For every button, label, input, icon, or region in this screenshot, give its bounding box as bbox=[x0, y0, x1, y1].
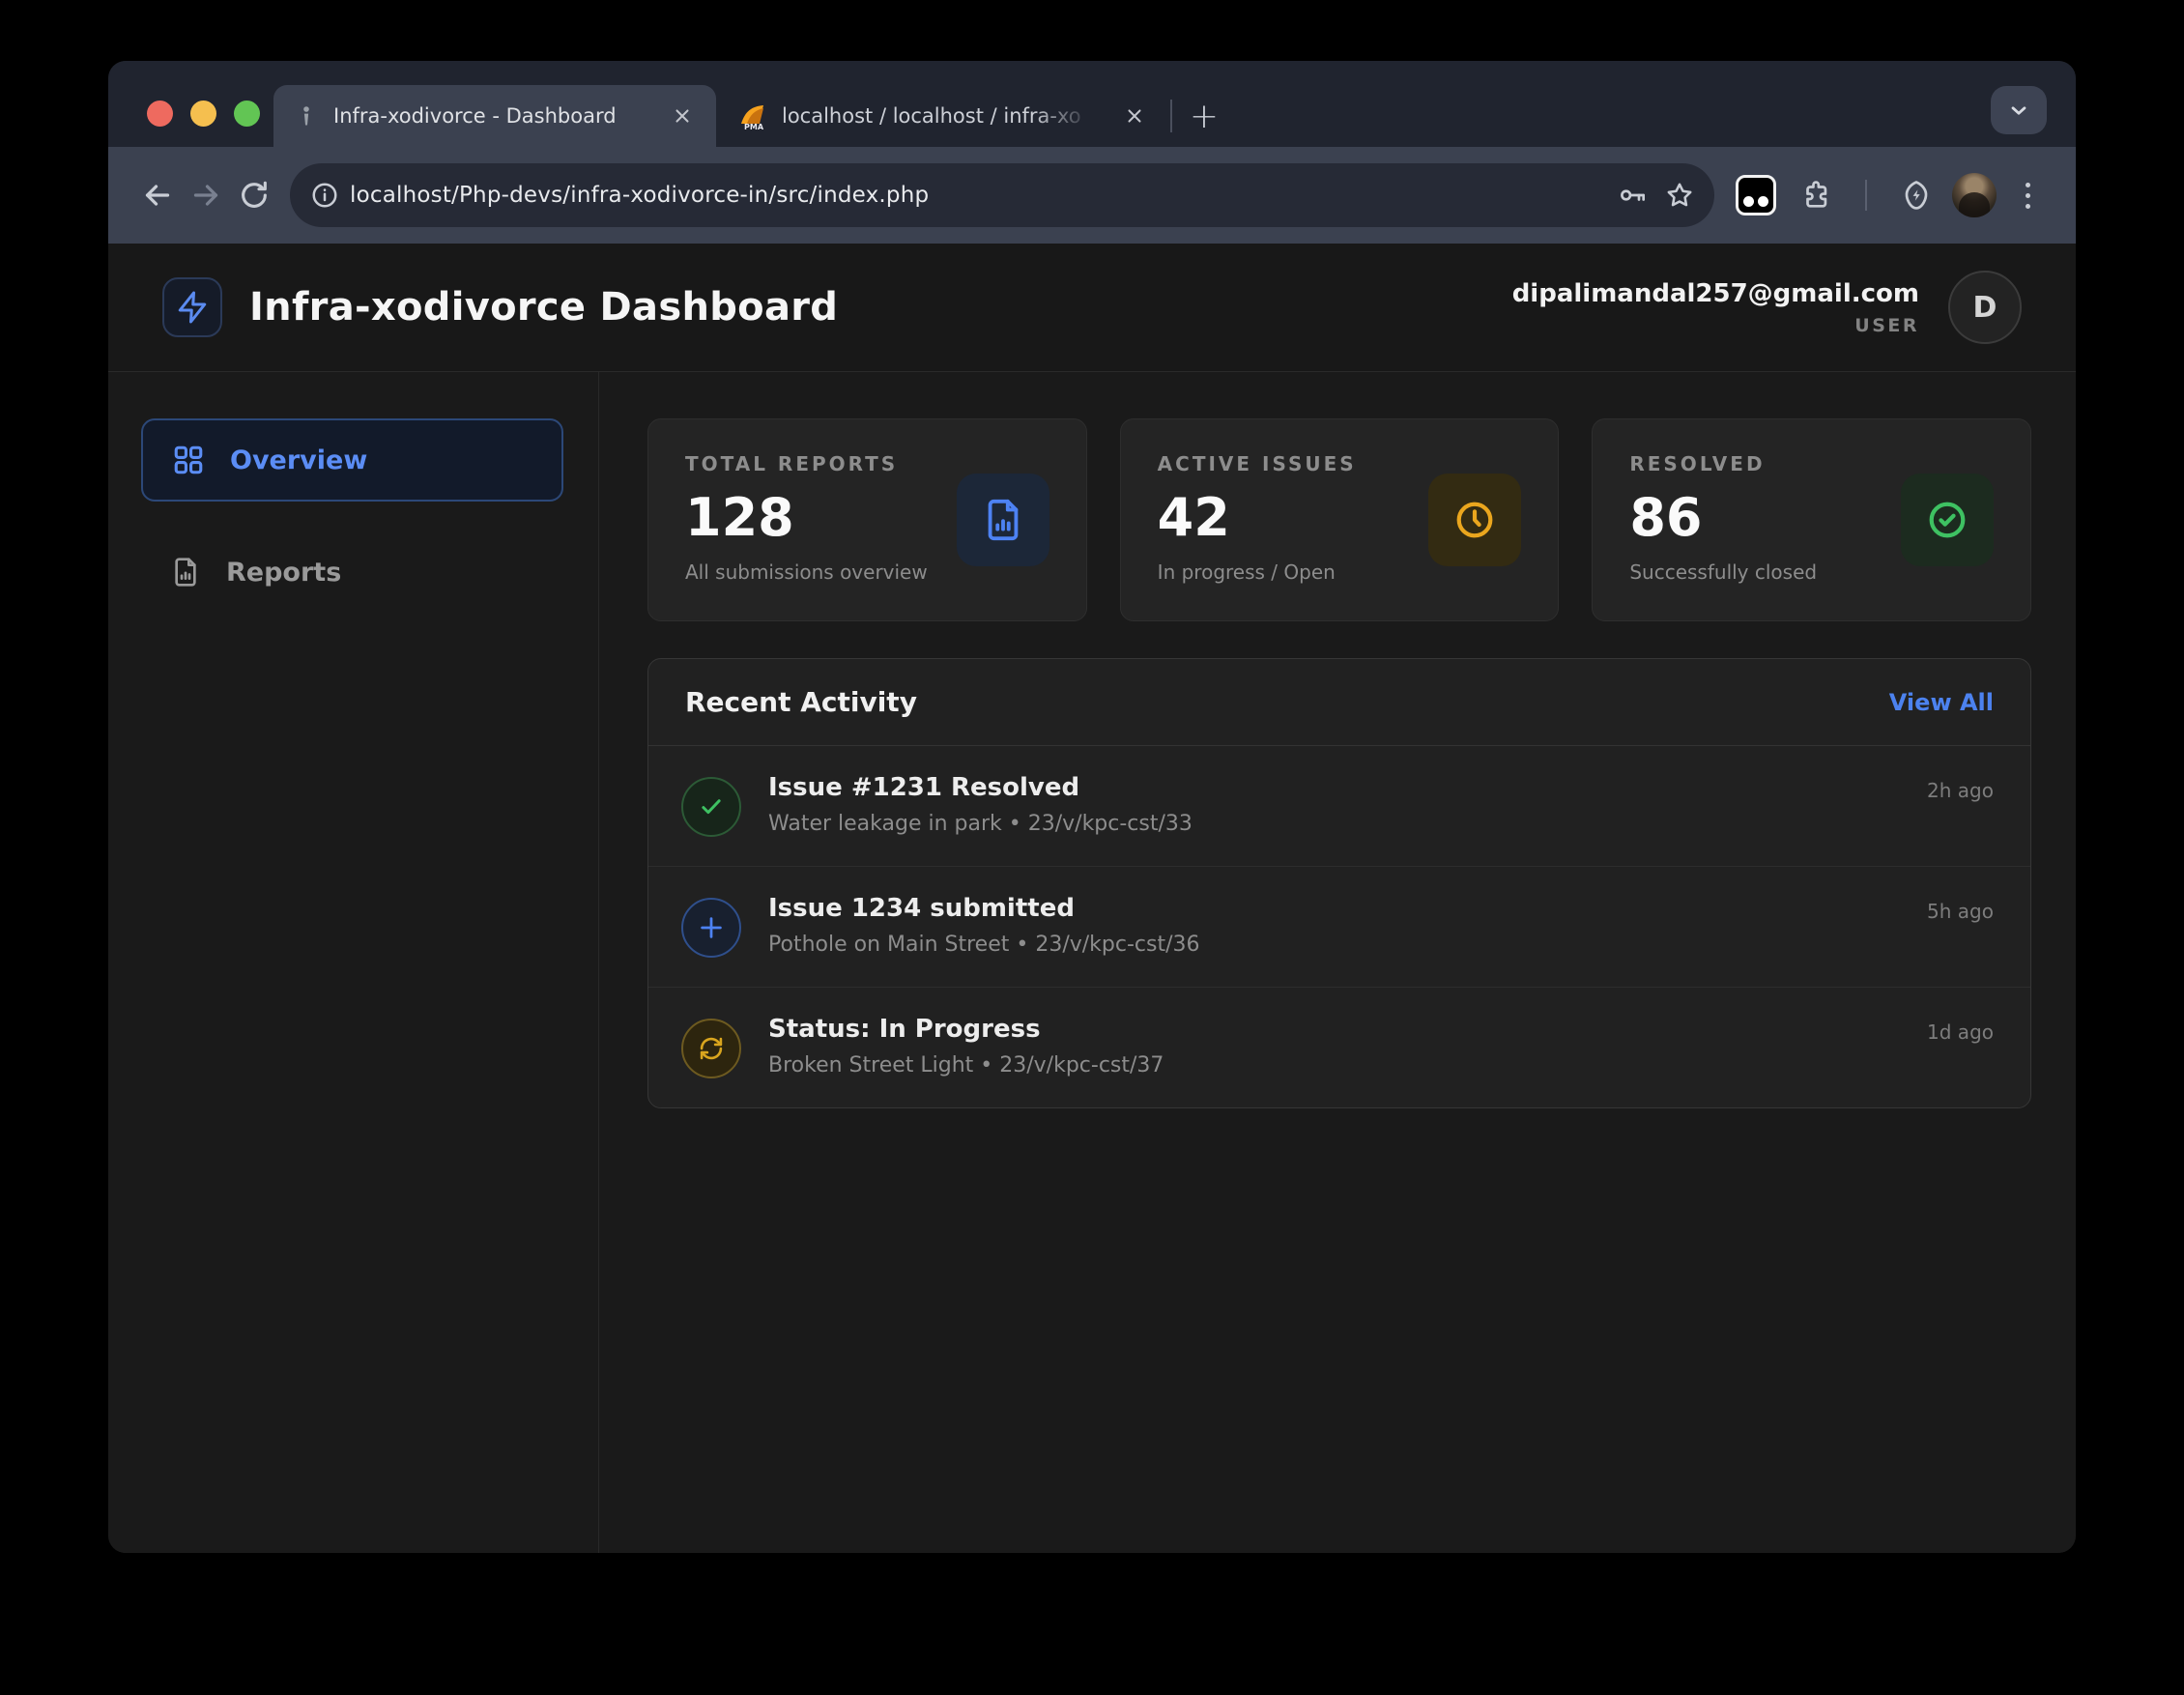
tab-dashboard[interactable]: Infra-xodivorce - Dashboard bbox=[273, 85, 716, 147]
activity-time: 2h ago bbox=[1927, 779, 1994, 802]
tabs: Infra-xodivorce - Dashboard PMA localhos… bbox=[273, 85, 1230, 147]
activity-row: Issue 1234 submitted Pothole on Main Str… bbox=[648, 867, 2030, 988]
svg-text:PMA: PMA bbox=[744, 123, 764, 130]
grid-icon bbox=[172, 444, 205, 476]
page-body: Overview Reports TOTAL REPORTS 128 Al bbox=[108, 372, 2076, 1553]
activity-texts: Issue #1231 Resolved Water leakage in pa… bbox=[768, 773, 1193, 836]
close-tab-icon[interactable] bbox=[1118, 100, 1151, 132]
tab-separator bbox=[1170, 100, 1172, 132]
phpmyadmin-icon: PMA bbox=[737, 101, 766, 130]
forward-button[interactable] bbox=[182, 171, 230, 219]
activity-subtitle: Water leakage in park • 23/v/kpc-cst/33 bbox=[768, 812, 1193, 836]
activity-time: 1d ago bbox=[1927, 1020, 1994, 1044]
close-tab-icon[interactable] bbox=[666, 100, 699, 132]
stat-label: RESOLVED bbox=[1629, 452, 1817, 475]
panel-title: Recent Activity bbox=[685, 686, 917, 718]
recent-activity-panel: Recent Activity View All Issue #1231 Res… bbox=[647, 658, 2031, 1108]
plus-icon bbox=[681, 898, 741, 958]
page-title: Infra-xodivorce Dashboard bbox=[249, 285, 838, 330]
sidebar: Overview Reports bbox=[108, 372, 599, 1553]
browser-menu-icon[interactable] bbox=[2008, 173, 2047, 217]
stat-value: 128 bbox=[685, 487, 928, 548]
traffic-lights bbox=[147, 101, 260, 127]
activity-subtitle: Pothole on Main Street • 23/v/kpc-cst/36 bbox=[768, 933, 1200, 957]
stat-texts: ACTIVE ISSUES 42 In progress / Open bbox=[1158, 452, 1357, 588]
sidebar-item-overview[interactable]: Overview bbox=[141, 418, 563, 502]
activity-row: Issue #1231 Resolved Water leakage in pa… bbox=[648, 746, 2030, 867]
stat-card-resolved: RESOLVED 86 Successfully closed bbox=[1592, 418, 2031, 621]
activity-texts: Issue 1234 submitted Pothole on Main Str… bbox=[768, 894, 1200, 957]
stat-value: 86 bbox=[1629, 487, 1817, 548]
close-window-button[interactable] bbox=[147, 101, 173, 127]
zoom-window-button[interactable] bbox=[234, 101, 260, 127]
file-chart-icon bbox=[170, 557, 201, 588]
stat-card-total-reports: TOTAL REPORTS 128 All submissions overvi… bbox=[647, 418, 1087, 621]
activity-title: Issue 1234 submitted bbox=[768, 894, 1200, 923]
check-icon bbox=[681, 777, 741, 837]
tab-title: localhost / localhost / infra-xo bbox=[782, 104, 1103, 128]
stat-texts: TOTAL REPORTS 128 All submissions overvi… bbox=[685, 452, 928, 588]
stat-label: TOTAL REPORTS bbox=[685, 452, 928, 475]
back-button[interactable] bbox=[133, 171, 182, 219]
user-avatar[interactable]: D bbox=[1948, 271, 2022, 344]
toolbar-separator bbox=[1865, 180, 1867, 211]
new-tab-button[interactable]: + bbox=[1178, 90, 1230, 142]
minimize-window-button[interactable] bbox=[190, 101, 216, 127]
file-chart-icon bbox=[957, 474, 1049, 566]
toolbar-right-icons bbox=[1792, 171, 2047, 219]
activity-row: Status: In Progress Broken Street Light … bbox=[648, 988, 2030, 1107]
tab-title: Infra-xodivorce - Dashboard bbox=[333, 104, 650, 128]
stat-value: 42 bbox=[1158, 487, 1357, 548]
stat-texts: RESOLVED 86 Successfully closed bbox=[1629, 452, 1817, 588]
check-circle-icon bbox=[1901, 474, 1994, 566]
stat-subtitle: In progress / Open bbox=[1158, 560, 1357, 584]
stat-cards: TOTAL REPORTS 128 All submissions overvi… bbox=[647, 418, 2031, 621]
main-content: TOTAL REPORTS 128 All submissions overvi… bbox=[599, 372, 2076, 1553]
web-page: Infra-xodivorce Dashboard dipalimandal25… bbox=[108, 244, 2076, 1553]
user-info: dipalimandal257@gmail.com USER bbox=[1512, 279, 1919, 336]
stat-card-active-issues: ACTIVE ISSUES 42 In progress / Open bbox=[1120, 418, 1560, 621]
bookmark-star-icon[interactable] bbox=[1656, 172, 1703, 218]
stat-subtitle: All submissions overview bbox=[685, 560, 928, 584]
browser-profile-avatar[interactable] bbox=[1952, 173, 1997, 217]
info-i-icon bbox=[295, 104, 318, 128]
password-key-icon[interactable] bbox=[1610, 172, 1656, 218]
extension-dark-icon[interactable] bbox=[1736, 175, 1776, 215]
address-bar[interactable]: localhost/Php-devs/infra-xodivorce-in/sr… bbox=[290, 163, 1714, 227]
activity-subtitle: Broken Street Light • 23/v/kpc-cst/37 bbox=[768, 1053, 1164, 1077]
sidebar-item-reports[interactable]: Reports bbox=[141, 531, 563, 614]
url-text[interactable]: localhost/Php-devs/infra-xodivorce-in/sr… bbox=[350, 183, 1610, 208]
browser-window: Infra-xodivorce - Dashboard PMA localhos… bbox=[108, 61, 2076, 1553]
activity-title: Issue #1231 Resolved bbox=[768, 773, 1193, 802]
extension-dot bbox=[1743, 196, 1754, 207]
refresh-icon bbox=[681, 1019, 741, 1078]
extensions-puzzle-icon[interactable] bbox=[1792, 171, 1840, 219]
app-logo-lightning-icon bbox=[162, 277, 222, 337]
activity-time: 5h ago bbox=[1927, 900, 1994, 923]
reload-button[interactable] bbox=[230, 171, 278, 219]
sidebar-item-label: Overview bbox=[230, 445, 367, 475]
site-header: Infra-xodivorce Dashboard dipalimandal25… bbox=[108, 244, 2076, 372]
tab-strip: Infra-xodivorce - Dashboard PMA localhos… bbox=[108, 61, 2076, 147]
activity-title: Status: In Progress bbox=[768, 1015, 1164, 1044]
panel-header: Recent Activity View All bbox=[648, 659, 2030, 746]
chevron-down-icon bbox=[2006, 98, 2031, 123]
performance-leaf-icon[interactable] bbox=[1892, 171, 1940, 219]
site-info-icon[interactable] bbox=[300, 170, 350, 220]
extension-dot bbox=[1758, 196, 1768, 207]
user-role-badge: USER bbox=[1512, 315, 1919, 336]
browser-toolbar: localhost/Php-devs/infra-xodivorce-in/sr… bbox=[108, 147, 2076, 244]
stat-subtitle: Successfully closed bbox=[1629, 560, 1817, 584]
tab-search-button[interactable] bbox=[1991, 86, 2047, 134]
stat-label: ACTIVE ISSUES bbox=[1158, 452, 1357, 475]
tab-phpmyadmin[interactable]: PMA localhost / localhost / infra-xo bbox=[716, 85, 1168, 147]
view-all-link[interactable]: View All bbox=[1889, 689, 1994, 716]
activity-texts: Status: In Progress Broken Street Light … bbox=[768, 1015, 1164, 1077]
user-email: dipalimandal257@gmail.com bbox=[1512, 279, 1919, 308]
sidebar-item-label: Reports bbox=[226, 558, 341, 588]
clock-icon bbox=[1428, 474, 1521, 566]
